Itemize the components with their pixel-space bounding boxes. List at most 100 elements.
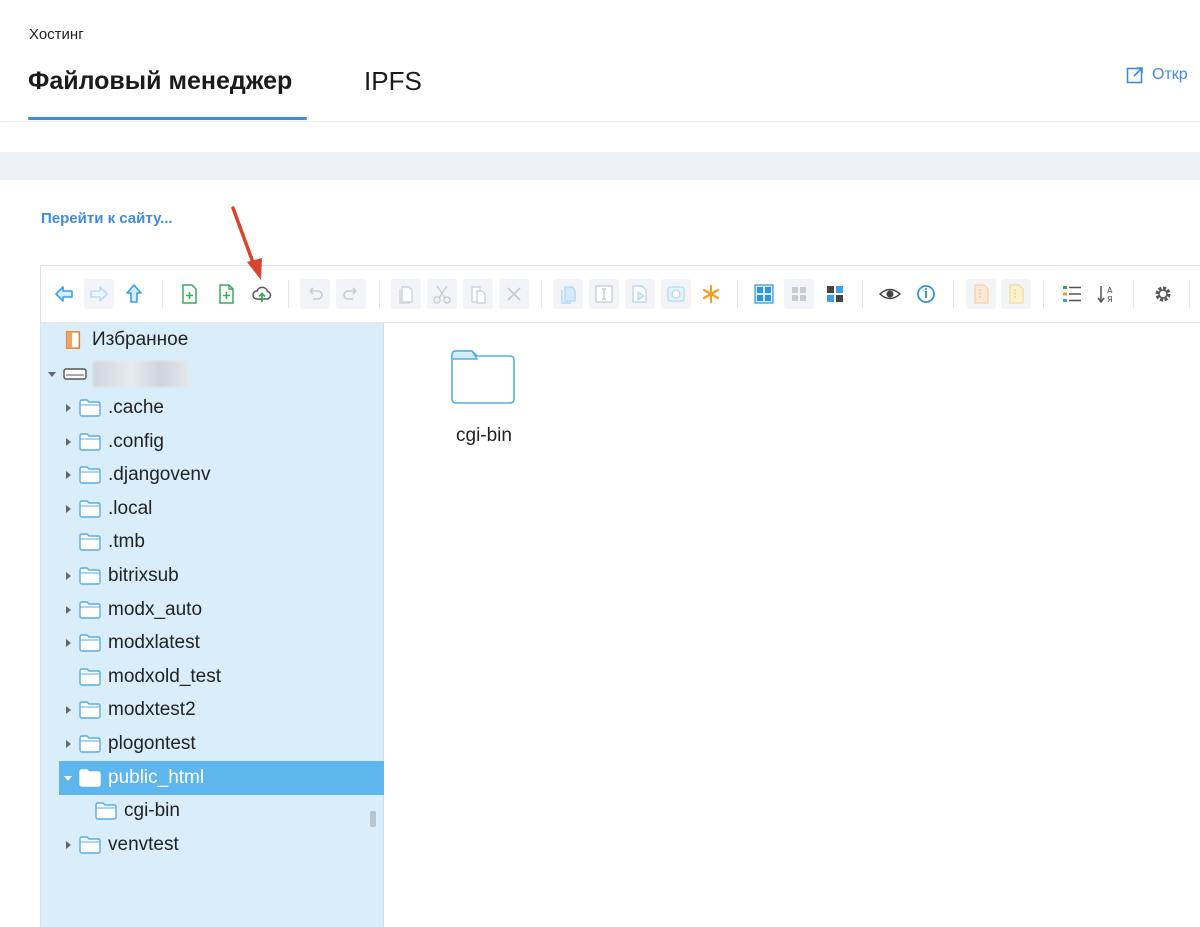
new-file-button[interactable] xyxy=(211,279,241,309)
icons-view-icon xyxy=(754,284,774,304)
caret-right-icon[interactable] xyxy=(63,403,73,413)
folder-item-label: cgi-bin xyxy=(456,425,512,446)
copy-button[interactable] xyxy=(391,279,421,309)
svg-text:Я: Я xyxy=(1107,295,1113,304)
tree-item-venvtest[interactable]: venvtest xyxy=(63,828,179,862)
resize-button[interactable] xyxy=(661,279,691,309)
caret-right-icon[interactable] xyxy=(63,605,73,615)
paste-icon xyxy=(471,286,486,304)
tree-item-label: cgi-bin xyxy=(124,800,180,822)
folder-icon xyxy=(79,500,101,518)
caret-right-icon[interactable] xyxy=(63,470,73,480)
caret-right-icon[interactable] xyxy=(63,840,73,850)
tree-item-label: modxold_test xyxy=(108,665,222,687)
extract-button[interactable] xyxy=(966,279,996,309)
archive-icon xyxy=(1009,284,1024,304)
undo-icon xyxy=(309,287,323,300)
tree-item-config[interactable]: .config xyxy=(63,425,164,459)
tree-item-bitrixsub[interactable]: bitrixsub xyxy=(63,559,179,593)
folder-item-cgi-bin[interactable] xyxy=(450,349,516,405)
toolbar: АЯ xyxy=(41,266,1200,323)
goto-site-link[interactable]: Перейти к сайту... xyxy=(41,210,173,227)
tree-item-public-html[interactable]: public_html xyxy=(59,760,387,795)
forward-button[interactable] xyxy=(84,279,114,309)
open-external-link[interactable]: Откр xyxy=(1126,66,1188,84)
caret-down-icon[interactable] xyxy=(63,773,73,783)
tree-item-favorites[interactable]: Избранное xyxy=(63,323,188,357)
favorites-icon xyxy=(65,331,81,349)
tree-item-label: plogontest xyxy=(108,733,196,754)
info-button[interactable] xyxy=(911,279,941,309)
list-view-icon xyxy=(792,287,806,301)
tree-item-modxold-test[interactable]: modxold_test xyxy=(63,660,221,694)
caret-right-icon[interactable] xyxy=(63,437,73,447)
edit-button[interactable] xyxy=(625,279,655,309)
caret-right-icon[interactable] xyxy=(63,705,73,715)
header-divider xyxy=(0,121,1200,122)
extract-icon xyxy=(974,284,989,304)
tree-item-tmb[interactable]: .tmb xyxy=(63,525,145,559)
up-button[interactable] xyxy=(119,279,149,309)
folder-icon xyxy=(79,701,101,720)
folder-icon xyxy=(79,399,101,417)
info-icon xyxy=(917,285,935,303)
back-icon xyxy=(55,286,73,302)
svg-text:А: А xyxy=(1107,286,1113,295)
tree-item-djangovenv[interactable]: .djangovenv xyxy=(63,458,210,492)
tree-item-modxtest2[interactable]: modxtest2 xyxy=(63,693,196,727)
duplicate-button[interactable] xyxy=(553,279,583,309)
undo-button[interactable] xyxy=(300,279,330,309)
tree-item-local[interactable]: .local xyxy=(63,492,152,526)
view-list-button[interactable] xyxy=(1057,279,1087,309)
tree-item-cgi-bin[interactable]: cgi-bin xyxy=(79,794,180,828)
upload-button[interactable] xyxy=(247,279,277,309)
caret-right-icon[interactable] xyxy=(63,739,73,749)
new-folder-button[interactable] xyxy=(174,279,204,309)
toolbar-separator xyxy=(541,280,542,308)
thumbnails-button[interactable] xyxy=(820,279,850,309)
tree-item-modxlatest[interactable]: modxlatest xyxy=(63,626,200,660)
folder-icon xyxy=(79,567,101,585)
list-view-button[interactable] xyxy=(784,279,814,309)
select-all-button[interactable] xyxy=(696,279,726,309)
folder-icon xyxy=(79,836,101,854)
sort-button[interactable]: АЯ xyxy=(1092,279,1122,309)
folder-icon xyxy=(451,350,515,404)
folder-icon xyxy=(95,802,117,820)
caret-placeholder xyxy=(79,806,89,816)
copy-icon xyxy=(399,286,413,304)
delete-button[interactable] xyxy=(499,279,529,309)
tree-item-label: .djangovenv xyxy=(108,464,211,486)
external-link-icon xyxy=(1126,67,1143,84)
archive-button[interactable] xyxy=(1001,279,1031,309)
preview-button[interactable] xyxy=(875,279,905,309)
icons-view-button[interactable] xyxy=(749,279,779,309)
tab-ipfs[interactable]: IPFS xyxy=(364,64,422,98)
tab-file-manager[interactable]: Файловый менеджер xyxy=(28,64,292,98)
section-separator xyxy=(0,152,1200,180)
rename-button[interactable] xyxy=(589,279,619,309)
toolbar-separator xyxy=(162,280,163,308)
tree-item-cache[interactable]: .cache xyxy=(63,391,164,425)
caret-down-icon[interactable] xyxy=(47,369,57,379)
caret-right-icon[interactable] xyxy=(63,504,73,514)
tree-item-label: public_html xyxy=(108,766,205,788)
caret-placeholder xyxy=(63,672,73,682)
caret-right-icon[interactable] xyxy=(63,571,73,581)
tree-item-root[interactable] xyxy=(47,357,189,391)
new-folder-icon xyxy=(182,284,197,304)
cut-button[interactable] xyxy=(427,279,457,309)
drive-icon xyxy=(63,368,87,380)
settings-button[interactable] xyxy=(1148,279,1178,309)
redo-button[interactable] xyxy=(336,279,366,309)
paste-button[interactable] xyxy=(463,279,493,309)
toolbar-separator xyxy=(1133,280,1134,308)
tree-item-plogontest[interactable]: plogontest xyxy=(63,727,196,761)
back-button[interactable] xyxy=(49,279,79,309)
tree-item-modx-auto[interactable]: modx_auto xyxy=(63,593,202,627)
tree-item-label: .cache xyxy=(108,397,164,418)
new-file-icon xyxy=(219,284,234,304)
sidebar-resize-handle[interactable] xyxy=(370,811,376,827)
caret-right-icon[interactable] xyxy=(63,638,73,648)
upload-icon xyxy=(252,286,272,302)
